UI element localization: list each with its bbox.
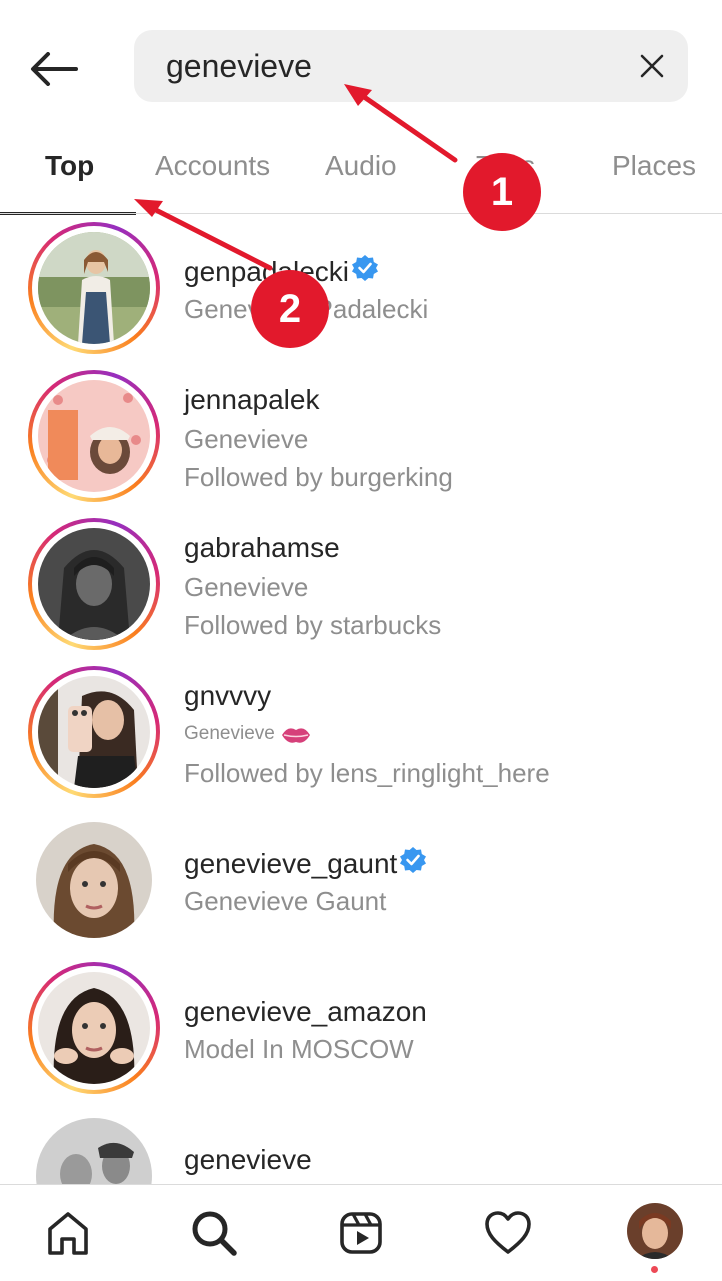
followed-by-text: Followed by lens_ringlight_here <box>184 758 550 788</box>
avatar <box>36 822 152 938</box>
search-input[interactable] <box>166 44 606 88</box>
story-ring[interactable] <box>28 370 160 502</box>
divider <box>0 213 722 214</box>
followed-by-text: Followed by burgerking <box>184 462 453 492</box>
search-result-row[interactable]: gabrahamse Genevieve Followed by starbuc… <box>0 516 722 656</box>
nav-home[interactable] <box>38 1203 98 1263</box>
tab-audio[interactable]: Audio <box>325 150 397 182</box>
search-icon <box>192 1211 237 1256</box>
avatar <box>38 972 150 1084</box>
search-tabs: Top Accounts Audio Tags Places <box>0 128 722 215</box>
full-name: Genevieve <box>184 572 309 602</box>
reels-icon <box>340 1212 382 1254</box>
close-icon <box>640 54 664 78</box>
home-icon <box>48 1212 88 1255</box>
search-result-row[interactable]: genevieve <box>0 1108 722 1184</box>
annotation-callout-2: 2 <box>251 270 329 348</box>
avatar <box>38 528 150 640</box>
clear-search-button[interactable] <box>638 52 666 80</box>
avatar <box>36 1118 152 1184</box>
notification-dot <box>651 1266 658 1273</box>
back-button[interactable] <box>26 44 82 94</box>
search-result-row[interactable]: gnvvvy Genevieve Followed by lens_ringli… <box>0 664 722 804</box>
arrow-left-icon <box>31 52 78 86</box>
username: genevieve_amazon <box>184 996 427 1027</box>
avatar <box>38 232 150 344</box>
full-name: Genevieve <box>184 723 275 745</box>
verified-badge-icon <box>351 254 379 289</box>
heart-icon <box>485 1211 531 1254</box>
username: jennapalek <box>184 384 320 415</box>
avatar <box>38 380 150 492</box>
search-result-row[interactable]: genevieve_gaunt Genevieve Gaunt <box>0 812 722 952</box>
bottom-navigation <box>0 1184 722 1281</box>
story-ring[interactable] <box>28 518 160 650</box>
story-ring[interactable] <box>28 222 160 354</box>
annotation-callout-1: 1 <box>463 153 541 231</box>
story-ring[interactable] <box>28 666 160 798</box>
username: genevieve_gaunt <box>184 848 398 879</box>
full-name: Genevieve <box>184 424 309 454</box>
nav-activity[interactable] <box>478 1203 538 1263</box>
full-name: Genevieve Gaunt <box>184 886 387 916</box>
username: gabrahamse <box>184 532 340 563</box>
nav-reels[interactable] <box>331 1203 391 1263</box>
tab-top[interactable]: Top <box>45 150 94 182</box>
search-result-row[interactable]: jennapalek Genevieve Followed by burgerk… <box>0 368 722 508</box>
username: gnvvvy <box>184 680 272 711</box>
followed-by-text: Followed by starbucks <box>184 610 442 640</box>
search-bar <box>134 30 688 102</box>
tab-places[interactable]: Places <box>612 150 696 182</box>
avatar <box>38 676 150 788</box>
nav-profile-avatar[interactable] <box>627 1203 683 1259</box>
tab-accounts[interactable]: Accounts <box>155 150 270 182</box>
story-ring[interactable] <box>28 962 160 1094</box>
kiss-mark-icon <box>280 724 312 752</box>
search-result-row[interactable]: genpadalecki Genevieve Padalecki <box>0 220 722 360</box>
nav-search[interactable] <box>184 1203 244 1263</box>
username: genevieve <box>184 1144 312 1175</box>
search-result-row[interactable]: genevieve_amazon Model In MOSCOW <box>0 960 722 1100</box>
verified-badge-icon <box>399 846 427 881</box>
full-name: Model In MOSCOW <box>184 1034 414 1064</box>
